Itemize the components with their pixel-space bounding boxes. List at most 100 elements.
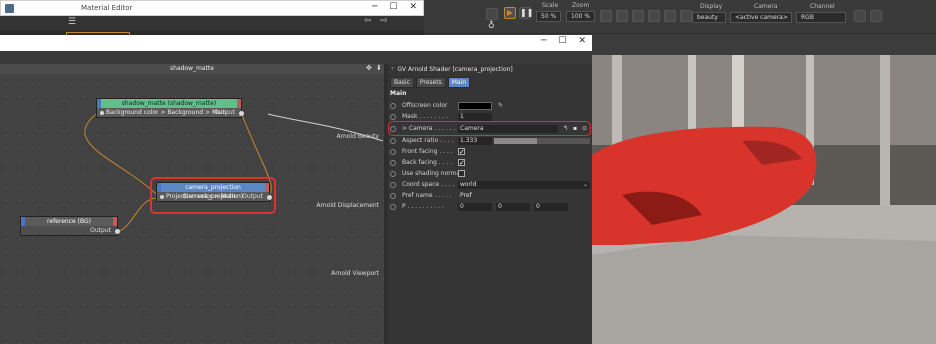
lightbulb-icon[interactable]: ♁: [488, 21, 495, 31]
camera-icon[interactable]: [486, 8, 498, 20]
node-color-strip: [21, 217, 25, 226]
mask-field[interactable]: 1: [458, 113, 492, 121]
display-select[interactable]: beauty: [692, 12, 726, 23]
zoom-select[interactable]: 100 %: [566, 11, 596, 22]
tab-basic[interactable]: Basic: [390, 77, 414, 88]
camera-label: Camera: [754, 3, 778, 10]
frame-icon[interactable]: [648, 10, 660, 22]
pillar: [880, 55, 890, 205]
app-icon: [5, 4, 14, 13]
material-editor-toolbar: ☰ ⇦ ⇨: [0, 16, 424, 30]
render-preview: [592, 55, 936, 344]
section-title: Main: [390, 90, 407, 97]
close-icon[interactable]: ✕: [578, 36, 586, 46]
window-controls: ─ ☐ ✕: [541, 36, 586, 46]
p-y-field[interactable]: 0: [496, 203, 530, 211]
coord-space-select[interactable]: world: [458, 181, 590, 189]
crosshair-icon[interactable]: [616, 10, 628, 22]
node-editor-titlebar: ─ ☐ ✕: [0, 35, 592, 51]
color-swatch[interactable]: [458, 102, 492, 110]
radio-icon[interactable]: [390, 103, 396, 109]
pause-icon[interactable]: ❚❚: [519, 7, 533, 19]
play-icon[interactable]: ▶: [504, 7, 516, 19]
floor-shadow: [592, 235, 936, 344]
node-camera-projection-title: camera_projection (camera_projection): [157, 183, 269, 200]
attr-pref-name: Pref name . . . . . Pref: [390, 191, 590, 201]
shader-icon: ⚚: [390, 66, 396, 73]
back-arrow-icon[interactable]: ⇦: [364, 16, 372, 26]
node-color-strip: [113, 217, 117, 226]
attr-aspect-ratio: Aspect ratio . . . . 1.333: [390, 136, 590, 146]
input-port-icon[interactable]: [100, 110, 104, 115]
shading-normal-checkbox[interactable]: [458, 170, 465, 177]
forward-arrow-icon[interactable]: ⇨: [380, 16, 388, 26]
radio-icon[interactable]: [390, 160, 396, 166]
radio-icon[interactable]: [390, 204, 396, 210]
region-icon[interactable]: [600, 10, 612, 22]
attr-coord-space: Coord space . . . . world ⌄: [390, 180, 590, 190]
radio-icon[interactable]: [390, 138, 396, 144]
node-color-strip: [157, 183, 161, 192]
arnold-beauty-port[interactable]: Arnold Beauty: [336, 133, 379, 140]
chevron-down-icon[interactable]: ⌄: [583, 180, 588, 190]
output-port-icon[interactable]: [115, 229, 120, 234]
attr-front-facing: Front facing . . . . ✓: [390, 147, 590, 157]
minimize-icon[interactable]: ─: [541, 36, 546, 46]
grid-icon[interactable]: [632, 10, 644, 22]
aspect-field[interactable]: 1.333: [458, 137, 492, 145]
back-facing-checkbox[interactable]: ✓: [458, 159, 465, 167]
p-x-field[interactable]: 0: [458, 203, 492, 211]
material-editor-title: Material Editor: [81, 4, 133, 12]
attribute-header: ⚚ GV Arnold Shader [camera_projection]: [390, 66, 513, 73]
material-editor-titlebar: Material Editor ─ ☐ ✕: [0, 0, 424, 16]
radio-icon[interactable]: [390, 149, 396, 155]
snapshot-icon[interactable]: [870, 10, 882, 22]
brush-icon[interactable]: [664, 10, 676, 22]
attribute-tabs: Basic Presets Main: [390, 77, 471, 88]
channel-select[interactable]: RGB: [796, 12, 846, 23]
camera-select[interactable]: <active camera>: [730, 12, 792, 23]
scale-label: Scale: [542, 2, 559, 9]
node-shadow-matte-output: Output: [214, 109, 235, 116]
node-camera-projection[interactable]: camera_projection (camera_projection) Pr…: [156, 182, 272, 202]
refresh-icon[interactable]: [854, 10, 866, 22]
render-toolbar: ▶ ❚❚ ♁ Scale 50 % Zoom 100 % Display bea…: [424, 0, 936, 34]
window-controls: ─ ☐ ✕: [372, 2, 417, 12]
node-color-strip: [97, 99, 101, 108]
attr-back-facing: Back facing . . . . ✓: [390, 158, 590, 168]
input-port-icon[interactable]: [160, 194, 164, 199]
front-facing-checkbox[interactable]: ✓: [458, 148, 465, 156]
render-image: [592, 55, 936, 344]
attr-use-shading-normal: Use shading normal: [390, 169, 590, 179]
radio-icon[interactable]: [390, 182, 396, 188]
pref-name-field[interactable]: Pref: [458, 192, 492, 200]
split-icon[interactable]: [680, 10, 692, 22]
attr-p: P . . . . . . . . . . 0 0 0: [390, 202, 590, 212]
tab-presets[interactable]: Presets: [415, 77, 446, 88]
radio-icon[interactable]: [390, 114, 396, 120]
arnold-displacement-port[interactable]: Arnold Displacement: [316, 202, 379, 209]
output-port-icon[interactable]: [239, 111, 244, 116]
node-reference[interactable]: reference (BG) Output: [20, 216, 120, 236]
eyedropper-icon[interactable]: ✎: [498, 101, 503, 111]
hamburger-icon[interactable]: ☰: [68, 17, 76, 27]
attribute-panel: ⚚ GV Arnold Shader [camera_projection] B…: [388, 64, 592, 344]
tab-main[interactable]: Main: [447, 77, 471, 88]
output-port-icon[interactable]: [267, 195, 272, 200]
zoom-label: Zoom: [572, 2, 590, 9]
minimize-icon[interactable]: ─: [372, 2, 377, 12]
radio-icon[interactable]: [390, 171, 396, 177]
display-label: Display: [700, 3, 723, 10]
arnold-viewport-port[interactable]: Arnold Viewport: [331, 270, 379, 277]
maximize-icon[interactable]: ☐: [389, 2, 397, 12]
node-shadow-matte-title: shadow_matte (shadow_matte): [97, 99, 241, 108]
radio-icon[interactable]: [390, 193, 396, 199]
p-z-field[interactable]: 0: [534, 203, 568, 211]
aspect-slider[interactable]: [494, 138, 590, 144]
scale-select[interactable]: 50 %: [536, 11, 562, 22]
maximize-icon[interactable]: ☐: [558, 36, 566, 46]
channel-label: Channel: [810, 3, 835, 10]
node-shadow-matte[interactable]: shadow_matte (shadow_matte) Background c…: [96, 98, 244, 118]
attr-offscreen-color: Offscreen color ✎: [390, 101, 590, 111]
close-icon[interactable]: ✕: [409, 2, 417, 12]
